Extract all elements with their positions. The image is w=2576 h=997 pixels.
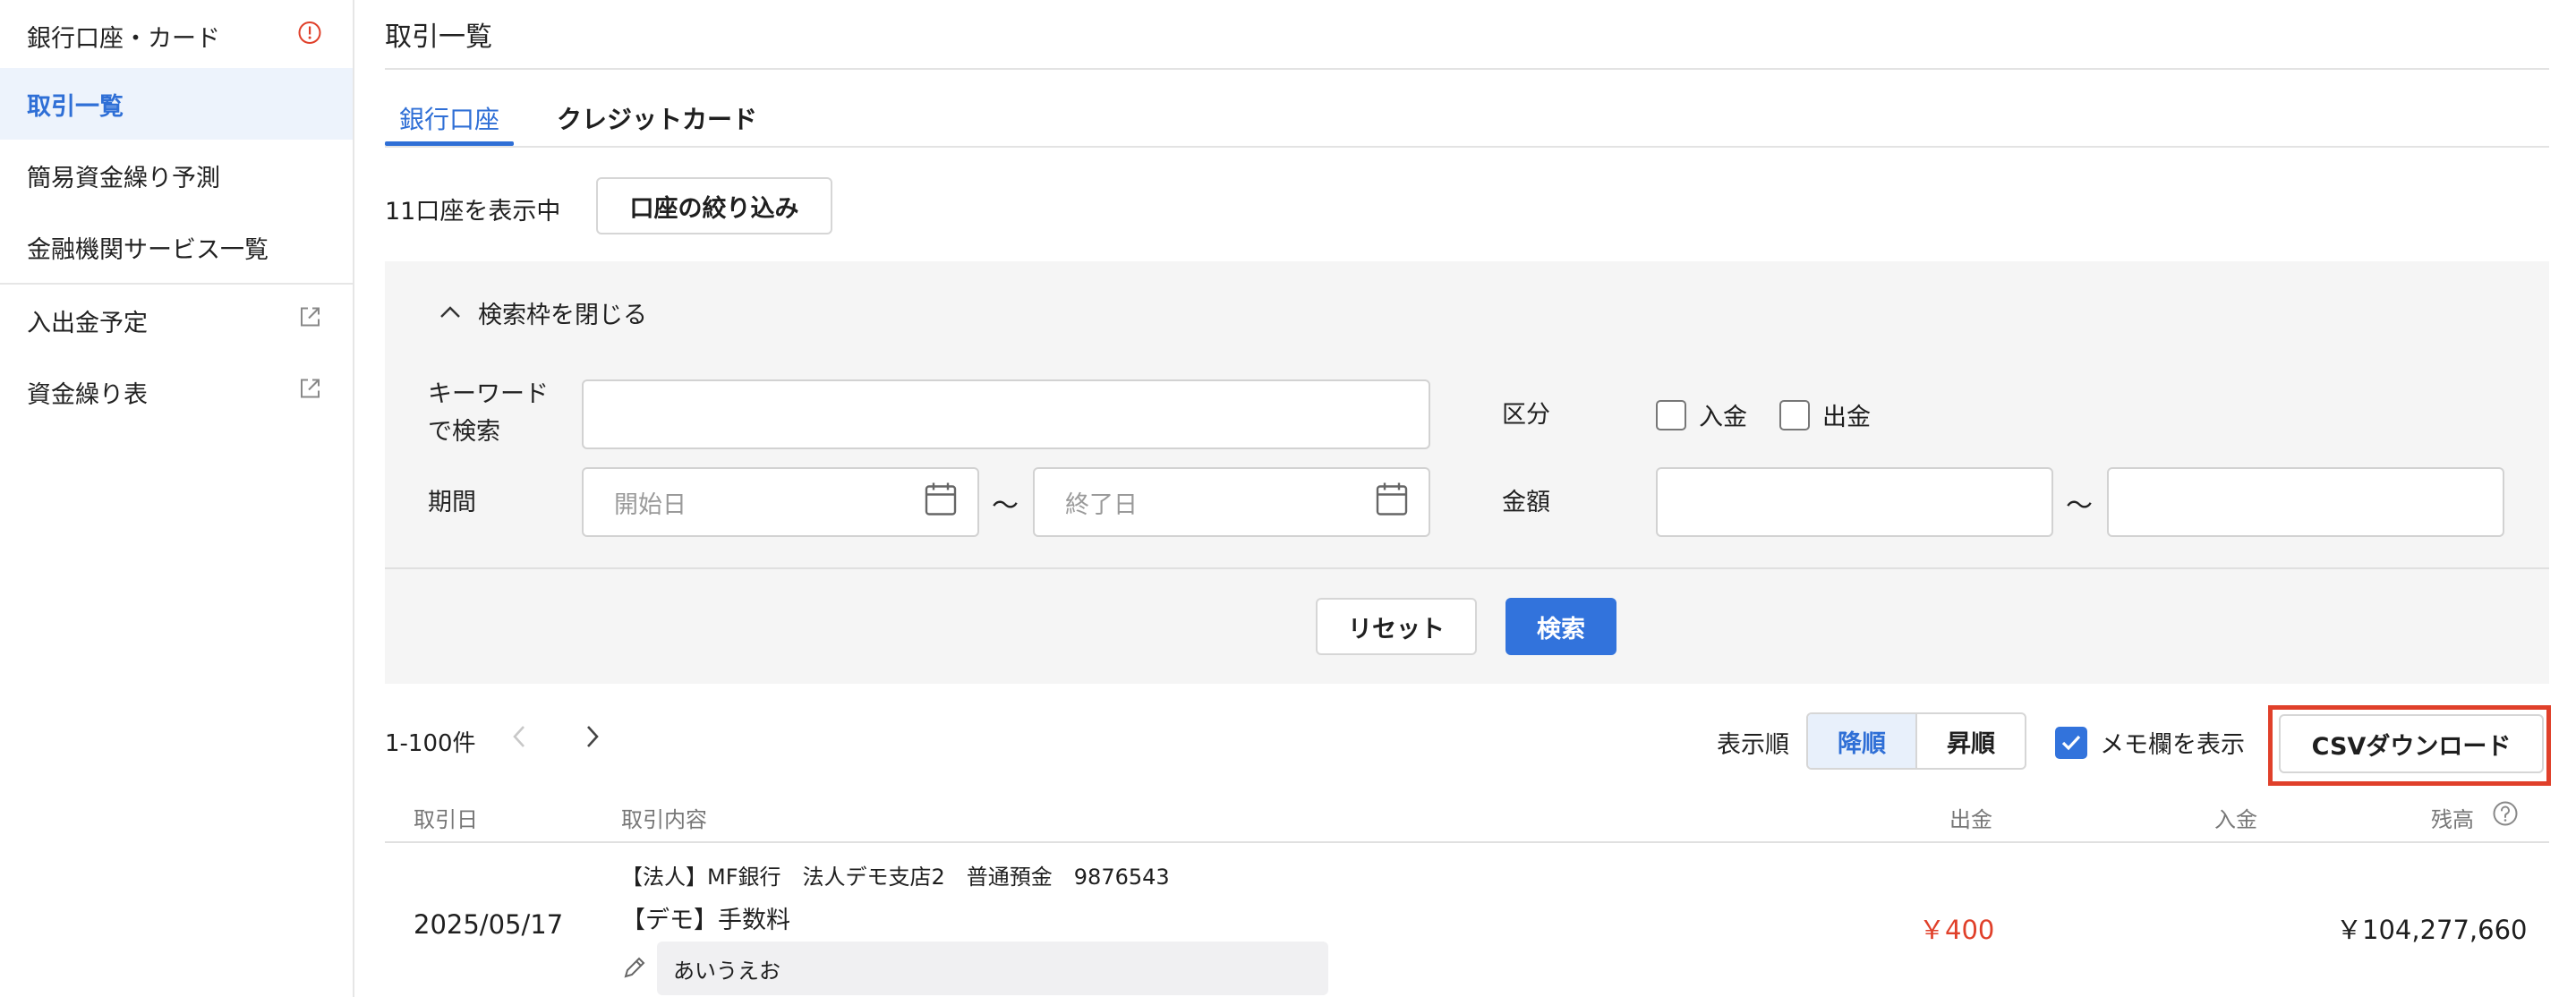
sidebar-item-label: 簡易資金繰り予測 bbox=[27, 164, 220, 192]
column-header-balance: 残高 bbox=[2431, 807, 2474, 832]
sidebar-item-transactions[interactable]: 取引一覧 bbox=[0, 68, 353, 140]
period-range-separator: 〜 bbox=[992, 490, 1019, 522]
category-label: 区分 bbox=[1502, 401, 1550, 429]
keyword-label-line1: キーワード bbox=[428, 380, 549, 408]
reset-button[interactable]: リセット bbox=[1316, 598, 1477, 655]
sort-desc-button[interactable]: 降順 bbox=[1808, 714, 1917, 768]
result-range: 1-100件 bbox=[385, 730, 476, 757]
amount-max-input[interactable] bbox=[2107, 467, 2504, 537]
sort-asc-button[interactable]: 昇順 bbox=[1917, 714, 2025, 768]
table-header-divider bbox=[385, 841, 2549, 843]
withdrawal-checkbox-label: 出金 bbox=[1822, 404, 1871, 431]
account-count: 11口座を表示中 bbox=[385, 198, 561, 226]
end-date-placeholder: 終了日 bbox=[1065, 490, 1138, 519]
show-memo-checkbox[interactable]: メモ欄を表示 bbox=[2055, 725, 2245, 760]
sort-order-toggle: 降順 昇順 bbox=[1806, 712, 2026, 770]
end-date-input[interactable]: 終了日 bbox=[1033, 467, 1430, 537]
checkbox-box[interactable] bbox=[1779, 399, 1810, 430]
calendar-icon[interactable] bbox=[924, 481, 958, 524]
tab-bank-accounts[interactable]: 銀行口座 bbox=[399, 100, 499, 147]
sort-order-label: 表示順 bbox=[1717, 731, 1789, 759]
keyword-search-input[interactable] bbox=[582, 379, 1430, 449]
account-info: 【法人】MF銀行 法人デモ支店2 普通預金 9876543 bbox=[621, 865, 1170, 890]
calendar-icon[interactable] bbox=[1375, 481, 1409, 524]
sidebar-item-scheduled-payments[interactable]: 入出金予定 bbox=[0, 285, 353, 356]
sidebar-item-cashflow-forecast[interactable]: 簡易資金繰り予測 bbox=[0, 140, 353, 211]
sidebar-item-label: 金融機関サービス一覧 bbox=[27, 235, 269, 264]
divider bbox=[385, 146, 2549, 148]
sidebar: 銀行口座・カード 取引一覧 簡易資金繰り予測 金融機関サービス一覧 入出金予定 … bbox=[0, 0, 354, 997]
start-date-input[interactable]: 開始日 bbox=[582, 467, 979, 537]
account-filter-button[interactable]: 口座の絞り込み bbox=[596, 177, 832, 234]
column-header-date: 取引日 bbox=[414, 807, 478, 832]
transaction-description: 【デモ】手数料 bbox=[621, 907, 790, 934]
divider bbox=[385, 68, 2549, 70]
deposit-checkbox-label: 入金 bbox=[1699, 404, 1747, 431]
search-panel-toggle-label: 検索枠を閉じる bbox=[478, 302, 647, 329]
tab-credit-cards[interactable]: クレジットカード bbox=[557, 100, 757, 147]
alert-circle-icon bbox=[297, 21, 322, 52]
search-button[interactable]: 検索 bbox=[1506, 598, 1616, 655]
next-page-icon[interactable] bbox=[584, 723, 601, 757]
keyword-label: キーワード で検索 bbox=[428, 376, 549, 451]
page-title: 取引一覧 bbox=[385, 21, 492, 53]
previous-page-icon[interactable] bbox=[510, 723, 528, 757]
chevron-up-icon bbox=[439, 299, 462, 327]
transaction-date: 2025/05/17 bbox=[414, 909, 564, 940]
withdrawal-amount: ￥400 bbox=[1919, 915, 1995, 945]
deposit-checkbox[interactable]: 入金 bbox=[1656, 397, 1747, 432]
sidebar-item-bank-accounts-cards[interactable]: 銀行口座・カード bbox=[0, 0, 353, 72]
withdrawal-checkbox[interactable]: 出金 bbox=[1779, 397, 1871, 432]
pencil-icon[interactable] bbox=[621, 954, 648, 984]
divider bbox=[385, 567, 2549, 569]
sidebar-item-label: 入出金予定 bbox=[27, 309, 148, 337]
external-link-icon bbox=[297, 305, 322, 337]
sidebar-item-label: 資金繰り表 bbox=[27, 380, 148, 409]
period-label: 期間 bbox=[428, 489, 476, 516]
search-panel-toggle[interactable]: 検索枠を閉じる bbox=[439, 295, 647, 330]
memo-field[interactable]: あいうえお bbox=[657, 942, 1328, 995]
column-header-deposit: 入金 bbox=[2214, 807, 2257, 832]
sidebar-item-institution-services[interactable]: 金融機関サービス一覧 bbox=[0, 211, 353, 283]
start-date-placeholder: 開始日 bbox=[614, 490, 687, 519]
show-memo-label: メモ欄を表示 bbox=[2100, 731, 2245, 759]
column-header-content: 取引内容 bbox=[621, 807, 707, 832]
sidebar-item-label: 取引一覧 bbox=[27, 92, 124, 121]
help-circle-icon[interactable] bbox=[2492, 800, 2519, 831]
external-link-icon bbox=[297, 377, 322, 408]
balance-amount: ￥104,277,660 bbox=[2336, 915, 2528, 945]
checkbox-checked[interactable] bbox=[2055, 726, 2087, 759]
amount-min-input[interactable] bbox=[1656, 467, 2053, 537]
column-header-withdrawal: 出金 bbox=[1949, 807, 1992, 832]
checkbox-box[interactable] bbox=[1656, 399, 1686, 430]
amount-range-separator: 〜 bbox=[2066, 490, 2093, 522]
keyword-label-line2: で検索 bbox=[428, 418, 500, 446]
amount-label: 金額 bbox=[1502, 489, 1550, 516]
sidebar-item-label: 銀行口座・カード bbox=[27, 24, 220, 53]
csv-download-button[interactable]: CSVダウンロード bbox=[2279, 714, 2544, 773]
sidebar-item-cashflow-table[interactable]: 資金繰り表 bbox=[0, 356, 353, 428]
